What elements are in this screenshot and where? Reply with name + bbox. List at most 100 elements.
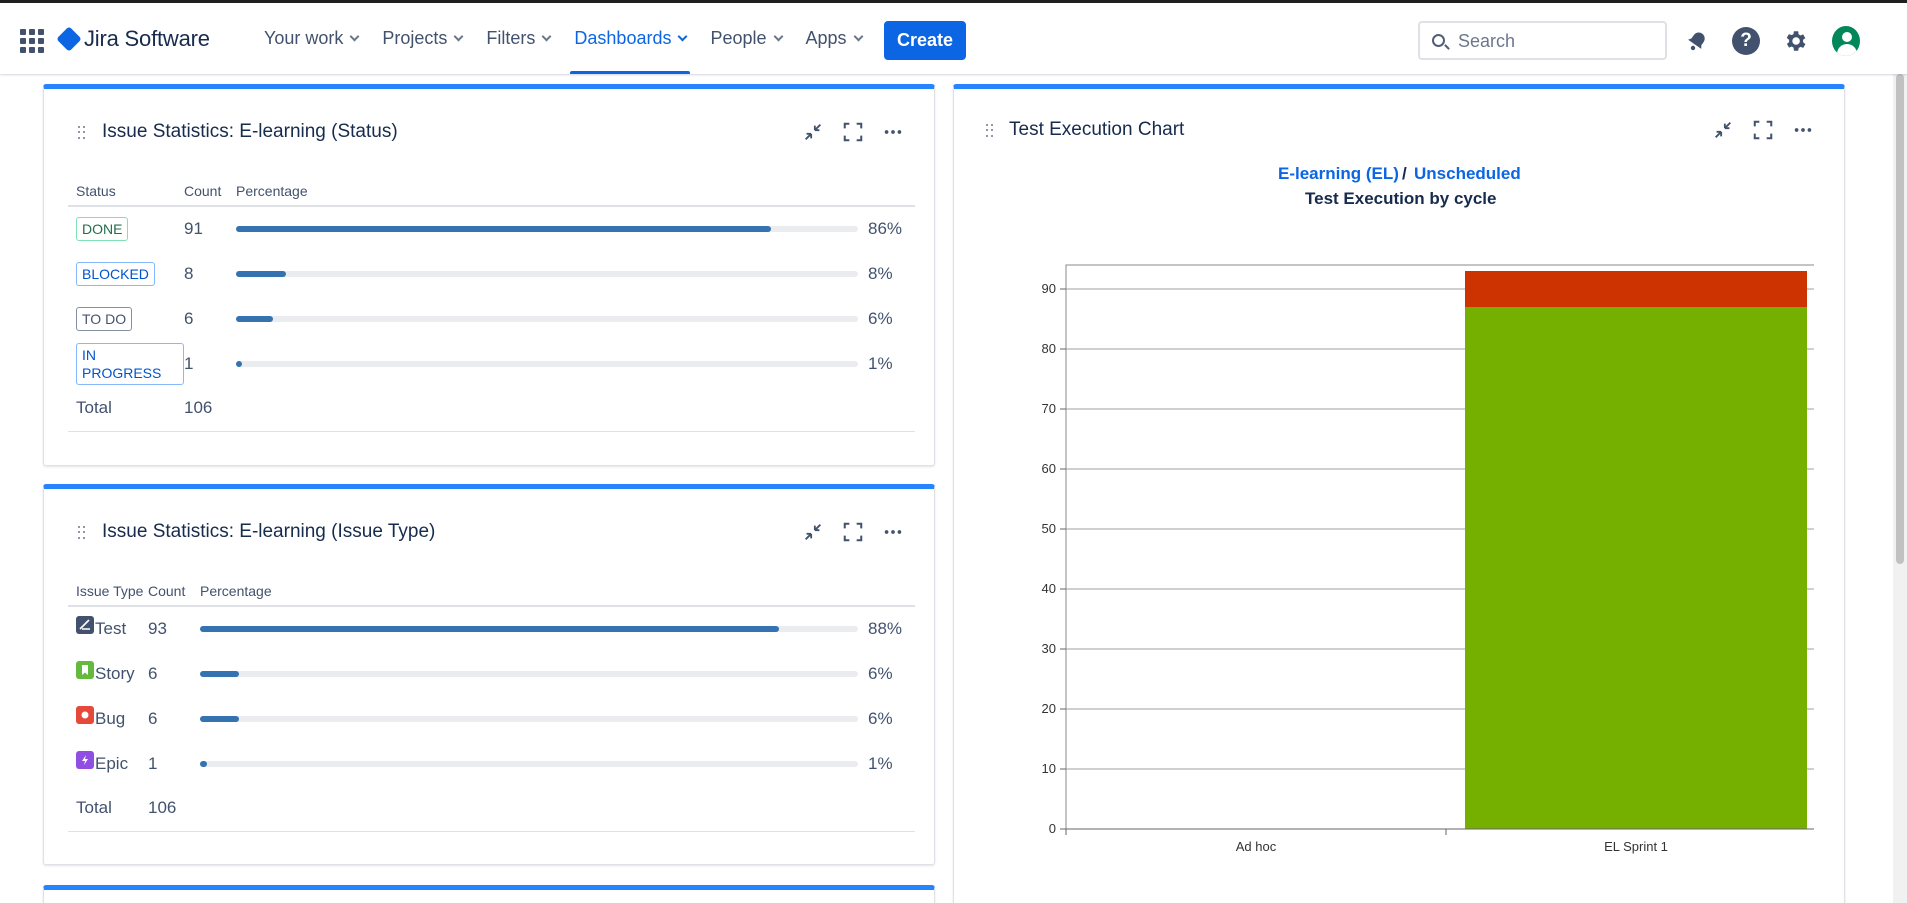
column-header: Count <box>148 577 200 607</box>
chevron-down-icon <box>678 31 688 42</box>
count-cell[interactable]: 91 <box>184 206 236 251</box>
nav-apps[interactable]: Apps <box>794 3 874 74</box>
search-box[interactable] <box>1418 21 1667 60</box>
count-cell[interactable]: 93 <box>148 606 200 651</box>
avatar[interactable] <box>1832 26 1860 56</box>
y-tick-label: 60 <box>1042 461 1056 476</box>
nav-label: Dashboards <box>574 28 672 48</box>
issue-type-link[interactable]: Epic <box>95 754 128 774</box>
more-options-icon[interactable] <box>1790 117 1816 143</box>
product-name: Jira Software <box>84 26 210 51</box>
count-cell[interactable]: 6 <box>148 651 200 696</box>
jira-logo[interactable]: Jira Software <box>56 25 210 53</box>
story-icon <box>76 660 94 679</box>
nav-projects[interactable]: Projects <box>370 3 474 74</box>
minimize-icon[interactable] <box>800 519 826 545</box>
primary-nav: Your work Projects Filters Dashboards Pe… <box>252 3 874 74</box>
test-execution-bar-chart: 0 10 20 30 40 50 60 70 80 90 Ad hoc EL Sprint 1 <box>1042 264 1814 854</box>
total-row: Total 106 <box>68 386 915 432</box>
more-options-icon[interactable] <box>880 519 906 545</box>
gadget-test-execution-chart: Test Execution Chart E-learning (EL) / U… <box>953 84 1845 903</box>
nav-dashboards[interactable]: Dashboards <box>562 3 698 74</box>
minimize-icon[interactable] <box>1710 117 1736 143</box>
percentage-bar <box>236 226 858 232</box>
total-label: Total <box>68 786 148 832</box>
status-stats-table: Status Count Percentage DONE 91 86% BLOC… <box>68 177 915 432</box>
epic-icon <box>76 750 94 769</box>
percentage-bar <box>200 626 858 632</box>
count-cell[interactable]: 8 <box>184 251 236 296</box>
page-scrollbar[interactable] <box>1893 74 1907 903</box>
drag-handle-icon[interactable] <box>78 526 86 540</box>
notifications-icon[interactable] <box>1683 27 1711 55</box>
issue-type-link[interactable]: Bug <box>95 709 125 729</box>
gadget-issue-stats-type: Issue Statistics: E-learning (Issue Type… <box>43 484 935 865</box>
search-icon <box>1432 34 1445 47</box>
maximize-icon[interactable] <box>840 119 866 145</box>
count-cell[interactable]: 1 <box>184 341 236 386</box>
count-cell[interactable]: 6 <box>148 696 200 741</box>
drag-handle-icon[interactable] <box>78 126 86 140</box>
status-lozenge[interactable]: DONE <box>76 217 129 241</box>
table-header-row: Issue Type Count Percentage <box>68 577 915 607</box>
scrollbar-thumb[interactable] <box>1896 74 1904 564</box>
issue-type-link[interactable]: Test <box>95 619 126 639</box>
chevron-down-icon <box>349 31 360 42</box>
percentage-cell: 1% <box>868 353 893 373</box>
status-lozenge[interactable]: TO DO <box>76 306 133 331</box>
status-lozenge[interactable]: BLOCKED <box>76 261 155 286</box>
nav-label: People <box>710 28 767 48</box>
gadget-title: Issue Statistics: E-learning (Issue Type… <box>102 521 436 542</box>
maximize-icon[interactable] <box>1750 117 1776 143</box>
x-tick-label: Ad hoc <box>1236 839 1277 854</box>
y-tick-label: 10 <box>1042 761 1056 776</box>
table-row: TO DO 6 6% <box>68 296 915 341</box>
help-icon[interactable]: ? <box>1732 27 1760 55</box>
nav-your-work[interactable]: Your work <box>252 3 370 74</box>
more-options-icon[interactable] <box>880 119 906 145</box>
jira-logo-icon <box>56 26 82 52</box>
gadget-issue-stats-status: Issue Statistics: E-learning (Status) St… <box>43 84 935 466</box>
table-header-row: Status Count Percentage <box>68 177 915 207</box>
table-row: Test 93 88% <box>68 606 915 651</box>
chevron-down-icon <box>853 31 864 42</box>
issue-type-link[interactable]: Story <box>95 664 135 684</box>
maximize-icon[interactable] <box>840 519 866 545</box>
create-button[interactable]: Create <box>884 21 966 60</box>
nav-label: Your work <box>264 28 344 48</box>
settings-icon[interactable] <box>1781 27 1809 55</box>
gadget-actions <box>800 519 906 545</box>
column-header: Percentage <box>236 177 915 207</box>
percentage-bar <box>200 760 858 767</box>
project-link[interactable]: E-learning (EL) <box>1278 164 1399 184</box>
chevron-down-icon <box>541 31 552 42</box>
nav-label: Filters <box>486 28 536 48</box>
minimize-icon[interactable] <box>800 119 826 145</box>
count-cell[interactable]: 6 <box>184 296 236 341</box>
count-cell[interactable]: 1 <box>148 741 200 786</box>
bar-segment <box>1465 271 1807 307</box>
percentage-bar <box>236 360 858 367</box>
table-row: Epic 1 1% <box>68 741 915 786</box>
drag-handle-icon[interactable] <box>986 124 994 138</box>
test-icon <box>76 616 94 634</box>
percentage-cell: 6% <box>868 663 893 683</box>
nav-label: Apps <box>805 28 847 48</box>
version-link[interactable]: Unscheduled <box>1414 164 1521 184</box>
y-tick-label: 70 <box>1042 401 1056 416</box>
app-switcher-icon[interactable] <box>20 29 44 53</box>
total-count[interactable]: 106 <box>148 786 200 832</box>
search-input[interactable] <box>1458 29 1658 53</box>
percentage-bar-fill <box>200 670 240 677</box>
x-tick-label: EL Sprint 1 <box>1604 839 1668 854</box>
help-glyph: ? <box>1732 27 1760 55</box>
gadget-actions <box>800 119 906 145</box>
nav-people[interactable]: People <box>698 3 793 74</box>
bug-icon <box>76 705 94 724</box>
percentage-bar <box>200 715 858 722</box>
status-lozenge[interactable]: IN PROGRESS <box>76 342 184 385</box>
avatar-icon <box>1832 26 1860 56</box>
nav-filters[interactable]: Filters <box>474 3 562 74</box>
percentage-bar <box>200 670 858 677</box>
total-count[interactable]: 106 <box>184 386 236 432</box>
